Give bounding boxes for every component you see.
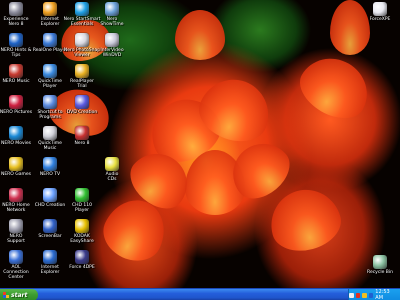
desktop-icon[interactable]: Recycle Bin [362,255,398,275]
desktop-icon[interactable]: Force 4DPE [64,250,100,270]
desktop-icon[interactable]: DVD Creation [64,95,100,115]
app-icon [75,33,89,47]
windows-logo-icon [3,292,9,298]
app-icon [105,33,119,47]
desktop-icon-label: Recycle Bin [367,270,393,275]
desktop-icon[interactable]: NERO Movies [0,126,34,146]
app-icon [75,188,89,202]
logo-quadrant [6,295,9,298]
app-icon [75,126,89,140]
desktop-icon[interactable]: Experience Nero 8 [0,2,34,27]
desktop-icon[interactable]: InterVideo WinDVD [94,33,130,58]
desktop-icon[interactable]: NERO Games [0,157,34,177]
app-icon [9,95,23,109]
app-icon [43,33,57,47]
app-icon [9,2,23,16]
desktop-icon[interactable]: Internet Explorer [32,250,68,275]
desktop-icon[interactable]: NERO Home Network [0,188,34,213]
app-icon [43,219,57,233]
app-icon [43,250,57,264]
desktop-icon[interactable]: Audio CDs [94,157,130,182]
system-tray: 12:53 AM [348,289,400,300]
desktop-icon-label: Audio CDs [105,172,119,182]
app-icon [43,64,57,78]
app-icon [373,255,387,269]
desktop-icon[interactable]: Nero ShowTime [94,2,130,27]
app-icon [75,64,89,78]
app-icon [9,33,23,47]
desktop-icon[interactable]: CHD 110 Player [64,188,100,213]
desktop-icon[interactable]: KODAK EasyShare [64,219,100,244]
desktop-icon-label: Nero 8 [74,141,90,146]
desktop-icon[interactable]: QuickTime Music [32,126,68,151]
app-icon [9,250,23,264]
wallpaper-petal [290,46,380,129]
app-icon [43,126,57,140]
desktop-icon[interactable]: NERO Support [0,219,34,244]
app-icon [9,157,23,171]
desktop-icon-label: RealPlayer Trial [70,79,94,89]
app-icon [43,157,57,171]
start-label: start [11,291,28,299]
desktop-icon[interactable]: NERO Music [0,64,34,84]
app-icon [9,219,23,233]
app-icon [75,219,89,233]
app-icon [105,157,119,171]
desktop-icon-label: ForceXPE [369,17,391,22]
tray-icon[interactable] [348,292,354,298]
desktop-icon[interactable]: Shortcut to Programs [32,95,68,120]
app-icon [373,2,387,16]
desktop-icon[interactable]: ForceXPE [362,2,398,22]
clock[interactable]: 12:53 AM [375,289,397,300]
app-icon [9,188,23,202]
app-icon [9,126,23,140]
app-icon [9,64,23,78]
desktop-icon[interactable]: Nero 8 [64,126,100,146]
desktop-icon-label: Force 4DPE [69,265,95,270]
tray-icon[interactable] [362,292,367,298]
app-icon [43,2,57,16]
taskbar: start 12:53 AM [0,288,400,300]
desktop-icon-label: DVD Creation [66,110,98,115]
desktop-icon-label: KODAK EasyShare [70,234,94,244]
desktop: Experience Nero 8 Internet Explorer Nero S… [0,0,400,288]
desktop-icon-label: NERO TV [39,172,61,177]
desktop-icon-label: Nero ShowTime [100,17,124,27]
wallpaper-petal [263,181,347,259]
start-button[interactable]: start [0,289,38,300]
app-icon [75,250,89,264]
tray-icon[interactable] [355,292,361,298]
app-icon [75,2,89,16]
desktop-icon[interactable]: RealPlayer Trial [64,64,100,89]
tray-icon[interactable] [368,292,374,298]
desktop-icon[interactable]: NERO Pictures [0,95,34,115]
desktop-icon[interactable]: AOL Connection Center [0,250,34,280]
desktop-icon[interactable]: NERO Hints & Tips [0,33,34,58]
app-icon [43,188,57,202]
desktop-icon-label: CHD 110 Player [71,203,92,213]
app-icon [75,95,89,109]
desktop-icon[interactable]: NERO TV [32,157,68,177]
app-icon [43,95,57,109]
wallpaper-petal [175,10,225,60]
app-icon [105,2,119,16]
desktop-icon-label: InterVideo WinDVD [100,48,124,58]
